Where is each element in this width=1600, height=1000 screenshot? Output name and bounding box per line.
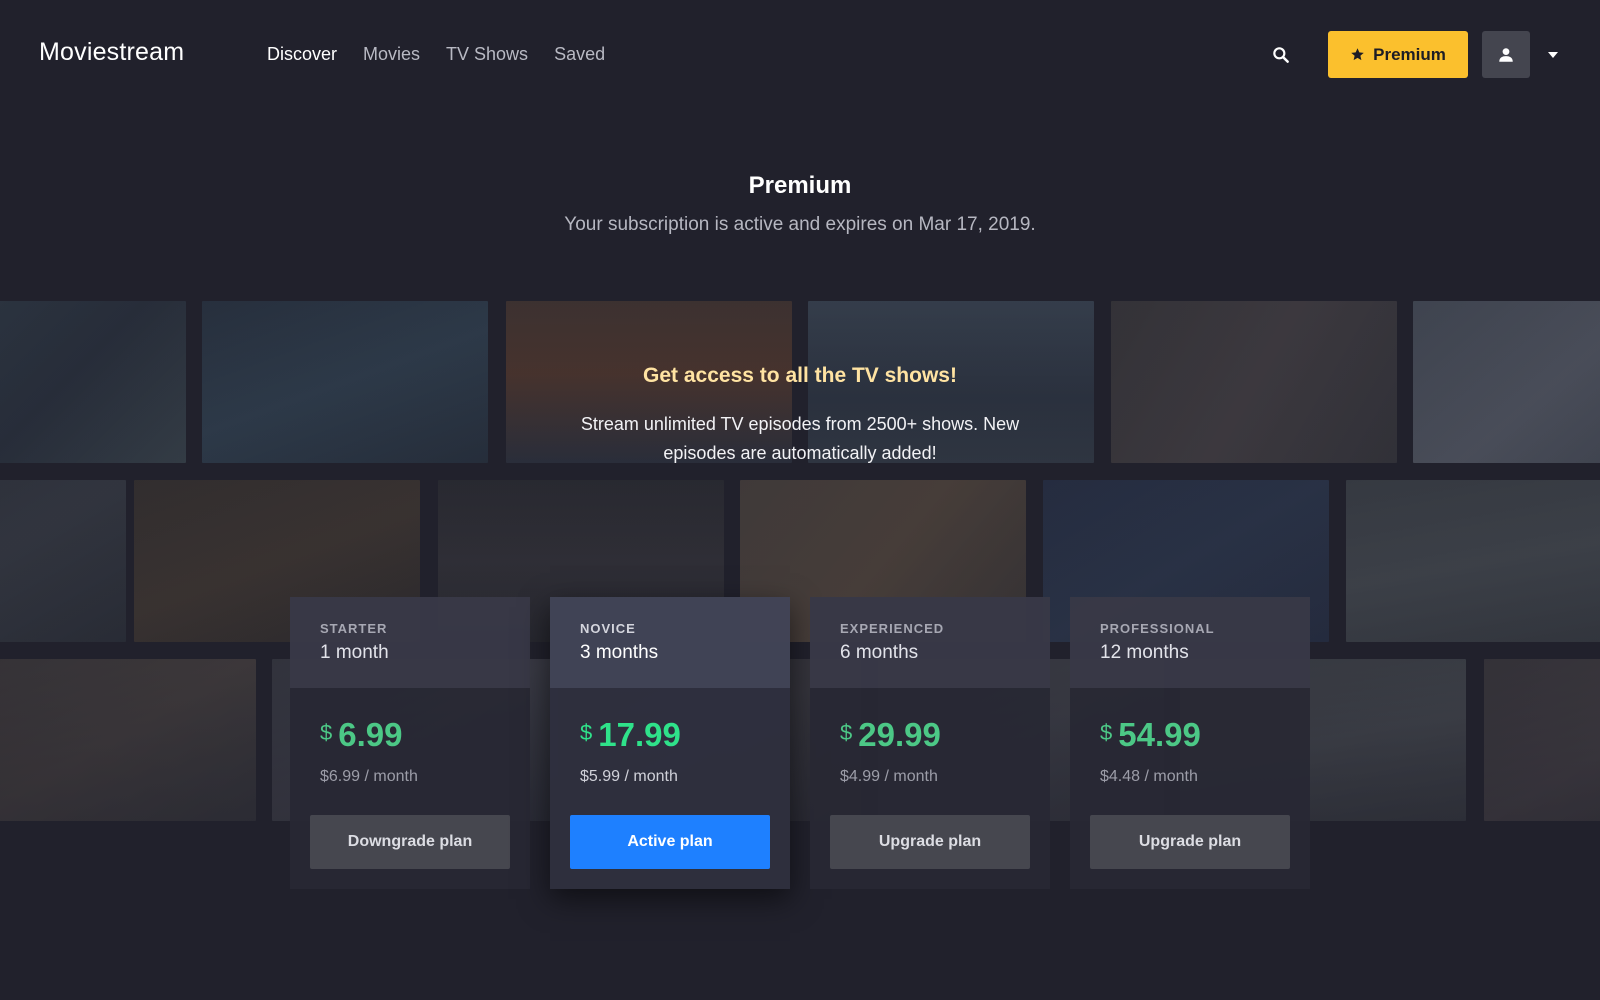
- promo-description: Stream unlimited TV episodes from 2500+ …: [580, 414, 1020, 463]
- caret-down-icon: [1548, 52, 1558, 58]
- price-amount: 6.99: [338, 716, 403, 753]
- plan-header: EXPERIENCED 6 months: [810, 597, 1050, 688]
- plan-duration: 1 month: [320, 642, 389, 663]
- plan-card-starter: STARTER 1 month $ 6.99 $6.99 / month Dow…: [290, 597, 530, 889]
- main-nav: Discover Movies TV Shows Saved: [267, 44, 631, 65]
- upgrade-plan-button[interactable]: Upgrade plan: [1090, 815, 1290, 869]
- plan-body: $ 6.99 $6.99 / month: [290, 688, 530, 786]
- star-icon: [1351, 48, 1364, 61]
- nav-discover[interactable]: Discover: [267, 44, 337, 65]
- plan-price: $ 6.99: [320, 716, 500, 754]
- price-amount: 54.99: [1118, 716, 1201, 753]
- nav-movies[interactable]: Movies: [363, 44, 420, 65]
- plan-card-experienced: EXPERIENCED 6 months $ 29.99 $4.99 / mon…: [810, 597, 1050, 889]
- plan-card-novice: NOVICE 3 months $ 17.99 $5.99 / month Ac…: [550, 597, 790, 889]
- plan-duration: 6 months: [840, 642, 919, 663]
- price-amount: 17.99: [598, 716, 681, 753]
- plan-tier: EXPERIENCED: [840, 621, 945, 636]
- plan-body: $ 29.99 $4.99 / month: [810, 688, 1050, 786]
- nav-saved[interactable]: Saved: [554, 44, 605, 65]
- upgrade-plan-button[interactable]: Upgrade plan: [830, 815, 1030, 869]
- premium-button[interactable]: Premium: [1328, 31, 1468, 78]
- plan-header: NOVICE 3 months: [550, 597, 790, 688]
- account-menu-toggle[interactable]: [1544, 46, 1562, 64]
- downgrade-plan-button[interactable]: Downgrade plan: [310, 815, 510, 869]
- price-per-month: $5.99 / month: [580, 768, 678, 785]
- plan-tier: PROFESSIONAL: [1100, 621, 1215, 636]
- nav-tv-shows[interactable]: TV Shows: [446, 44, 528, 65]
- price-per-month: $4.99 / month: [840, 768, 938, 785]
- promo-title: Get access to all the TV shows!: [643, 364, 957, 387]
- plan-price: $ 54.99: [1100, 716, 1280, 754]
- search-button[interactable]: [1268, 42, 1294, 68]
- active-plan-button[interactable]: Active plan: [570, 815, 770, 869]
- currency-symbol: $: [320, 720, 333, 745]
- plan-body: $ 54.99 $4.48 / month: [1070, 688, 1310, 786]
- plan-body: $ 17.99 $5.99 / month: [550, 688, 790, 786]
- plan-price: $ 17.99: [580, 716, 760, 754]
- plan-price: $ 29.99: [840, 716, 1020, 754]
- currency-symbol: $: [580, 720, 593, 745]
- price-amount: 29.99: [858, 716, 941, 753]
- price-per-month: $6.99 / month: [320, 768, 418, 785]
- page-title: Premium: [748, 172, 852, 199]
- plan-card-professional: PROFESSIONAL 12 months $ 54.99 $4.48 / m…: [1070, 597, 1310, 889]
- plan-header: STARTER 1 month: [290, 597, 530, 688]
- plan-header: PROFESSIONAL 12 months: [1070, 597, 1310, 688]
- plan-duration: 12 months: [1100, 642, 1189, 663]
- account-button[interactable]: [1482, 31, 1530, 78]
- search-icon: [1273, 47, 1289, 63]
- top-navbar: Moviestream Discover Movies TV Shows Sav…: [0, 0, 1600, 108]
- plan-duration: 3 months: [580, 642, 659, 663]
- brand-logo[interactable]: Moviestream: [39, 38, 184, 67]
- plan-tier: NOVICE: [580, 621, 636, 636]
- currency-symbol: $: [1100, 720, 1113, 745]
- plan-tier: STARTER: [320, 621, 388, 636]
- user-icon: [1499, 47, 1513, 62]
- currency-symbol: $: [840, 720, 853, 745]
- subscription-status: Your subscription is active and expires …: [564, 214, 1036, 235]
- premium-button-label: Premium: [1373, 44, 1446, 64]
- price-per-month: $4.48 / month: [1100, 768, 1198, 785]
